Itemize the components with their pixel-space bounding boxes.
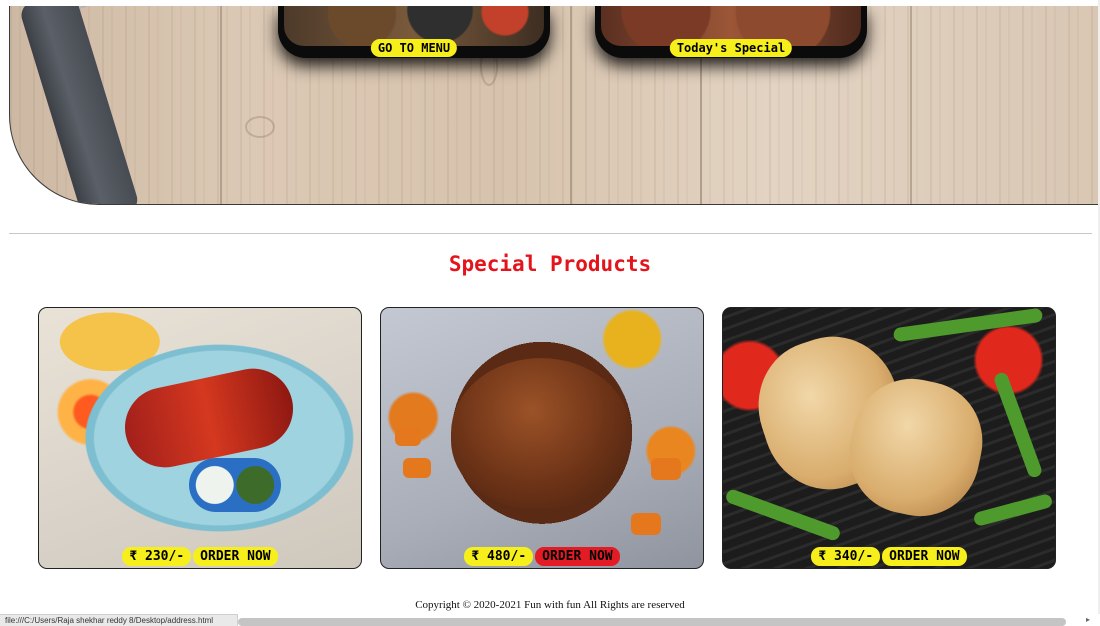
wood-grain: [570, 6, 572, 204]
green-bean: [972, 492, 1054, 528]
product-card-grilled-chicken: ₹ 340/- ORDER NOW: [722, 307, 1056, 569]
price-row: ₹ 480/- ORDER NOW: [381, 545, 703, 566]
horizontal-scrollbar[interactable]: [238, 618, 1066, 626]
wood-grain: [220, 6, 222, 204]
copyright-text: Copyright © 2020-2021 Fun with fun All R…: [415, 599, 685, 611]
knife-handle-icon: [18, 6, 141, 204]
price-badge: ₹ 340/-: [811, 547, 881, 566]
section-divider: [9, 233, 1092, 234]
carrot-piece: [631, 513, 661, 535]
hero-banner: GO TO MENU Today's Special: [9, 6, 1099, 205]
order-now-button[interactable]: ORDER NOW: [193, 547, 278, 566]
order-now-button[interactable]: ORDER NOW: [535, 547, 620, 566]
go-to-menu-button[interactable]: GO TO MENU: [370, 39, 458, 57]
product-food-image: [451, 358, 631, 508]
price-badge: ₹ 480/-: [464, 547, 534, 566]
carrot-piece: [651, 458, 681, 480]
order-now-button[interactable]: ORDER NOW: [882, 547, 967, 566]
carrot-piece: [403, 458, 431, 478]
scroll-right-icon[interactable]: ▸: [1086, 614, 1090, 626]
wood-grain: [910, 6, 912, 204]
product-card-tandoori: ₹ 230/- ORDER NOW: [38, 307, 362, 569]
todays-special-card[interactable]: Today's Special: [595, 6, 867, 58]
browser-status-url: file:///C:/Users/Raja shekhar reddy 8/De…: [0, 614, 238, 626]
todays-special-button[interactable]: Today's Special: [669, 39, 793, 57]
price-row: ₹ 340/- ORDER NOW: [723, 545, 1055, 566]
green-bean: [892, 308, 1044, 343]
price-row: ₹ 230/- ORDER NOW: [39, 545, 361, 566]
section-title: Special Products: [448, 252, 652, 276]
go-to-menu-card[interactable]: GO TO MENU: [278, 6, 550, 58]
dip-bowl-image: [189, 458, 281, 512]
wood-knot: [245, 116, 275, 138]
product-card-roast-chicken: ₹ 480/- ORDER NOW: [380, 307, 704, 569]
price-badge: ₹ 230/-: [122, 547, 192, 566]
carrot-piece: [395, 428, 421, 446]
green-bean: [724, 487, 842, 543]
green-bean: [992, 370, 1044, 480]
